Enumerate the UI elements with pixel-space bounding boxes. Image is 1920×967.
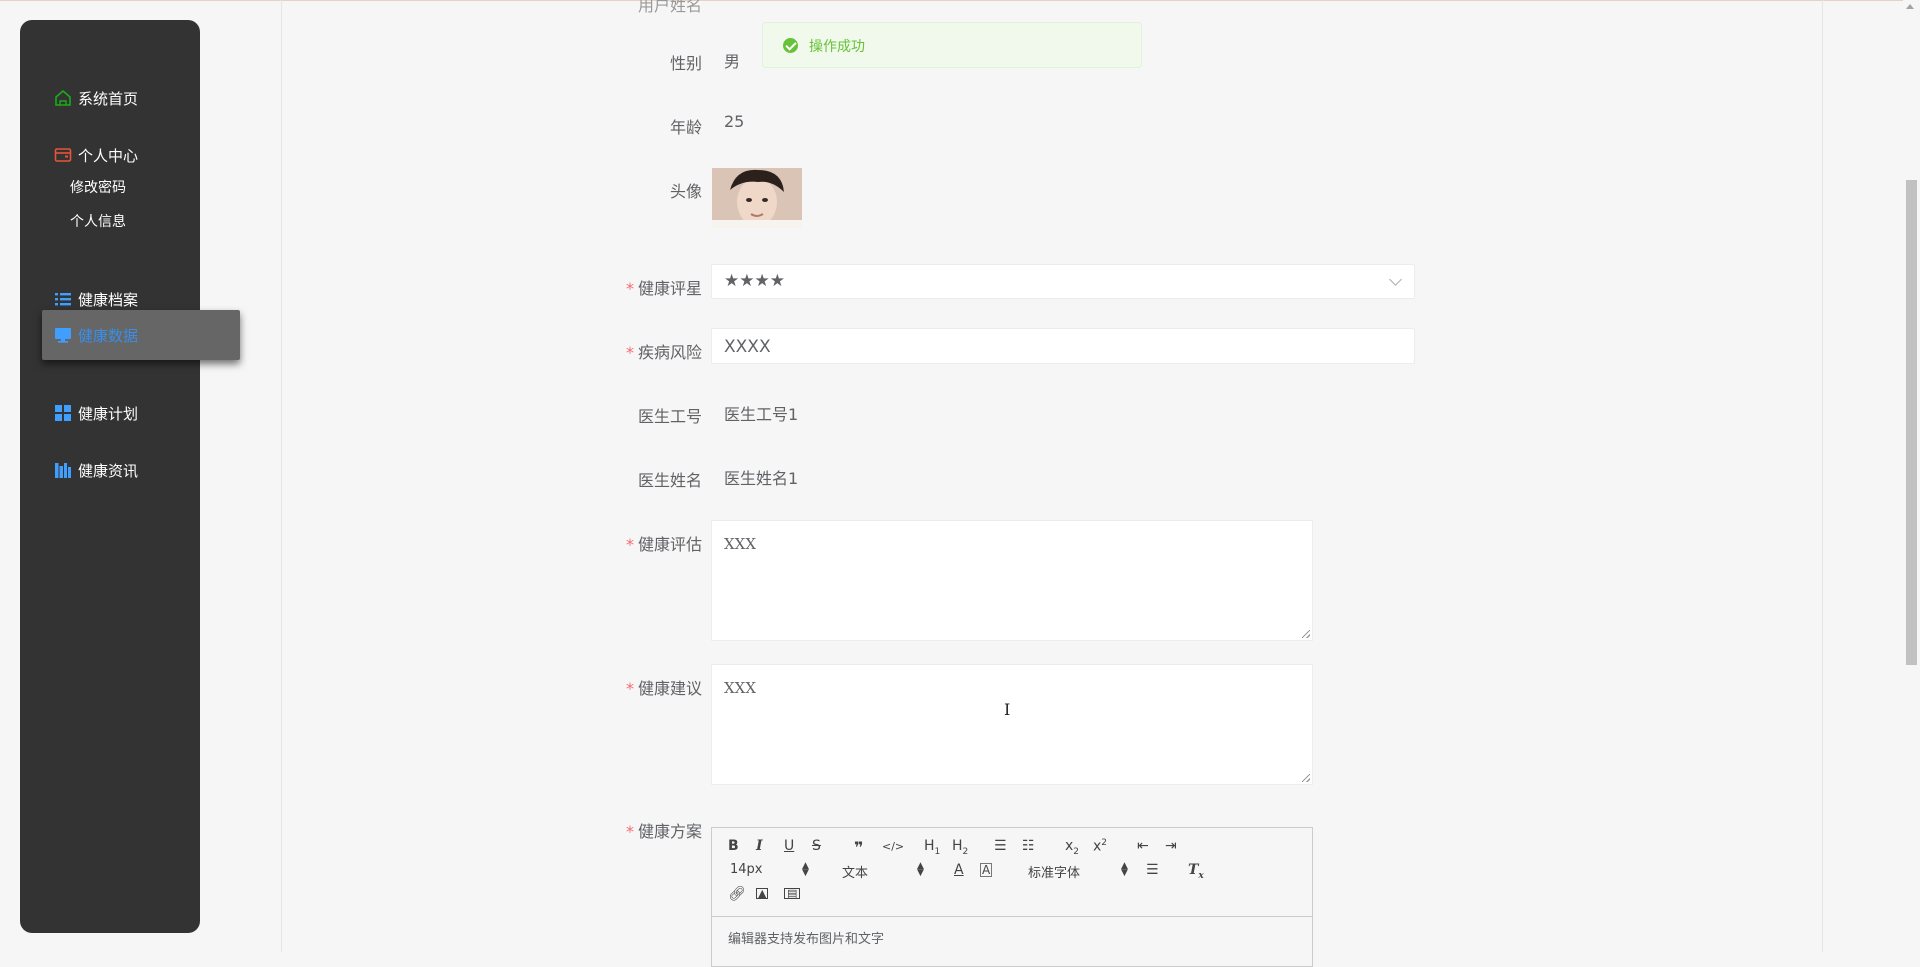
underline-icon[interactable]: U <box>784 838 794 854</box>
background-color-icon[interactable]: A <box>980 863 993 877</box>
assessment-textarea[interactable]: XXX <box>711 520 1313 641</box>
assessment-textarea-value: XXX <box>724 535 757 553</box>
rating-select[interactable]: ★★★★ <box>711 264 1415 299</box>
heading-2-icon[interactable]: H2 <box>952 838 968 857</box>
toast-message: 操作成功 <box>809 39 865 55</box>
sidebar-item-label: 个人中心 <box>78 147 139 165</box>
font-family-select[interactable]: 标准字体 ▲ ▼ <box>1028 862 1128 882</box>
chevron-down-icon <box>1389 273 1402 286</box>
doctor-name-value: 医生姓名1 <box>724 469 799 488</box>
disease-risk-input[interactable]: XXXX <box>711 328 1415 364</box>
success-toast: 操作成功 <box>762 22 1142 68</box>
wallet-icon <box>54 148 72 162</box>
content-border-left <box>281 0 282 952</box>
bold-icon[interactable]: B <box>728 838 739 854</box>
ordered-list-icon[interactable]: ☰ <box>994 838 1007 854</box>
disease-risk-input-value: XXXX <box>724 337 771 357</box>
content-border-right <box>1822 0 1823 952</box>
disease-risk-label: * 疾病风险 <box>625 343 702 362</box>
sidebar-item-health-news[interactable]: 健康资讯 <box>20 450 200 490</box>
sidebar: 系统首页 个人中心 修改密码 个人信息 健康档案 健康数据 健康计划 健康资讯 <box>20 20 240 933</box>
check-circle-icon <box>783 38 798 53</box>
editor-content-area[interactable]: 编辑器支持发布图片和文字 <box>728 928 884 947</box>
gender-value: 男 <box>724 52 741 71</box>
monitor-icon <box>55 328 71 343</box>
scrollbar-thumb[interactable] <box>1906 180 1917 665</box>
books-icon <box>55 463 71 478</box>
gender-label: 性别 <box>669 54 702 73</box>
code-block-icon[interactable]: </> <box>882 840 904 853</box>
doctor-name-label: 医生姓名 <box>637 471 702 490</box>
rating-select-value: ★★★★ <box>724 271 785 291</box>
plan-label: * 健康方案 <box>625 822 702 841</box>
select-arrows-icon: ▲ ▼ <box>917 861 924 878</box>
align-icon[interactable]: ☰ <box>1146 862 1159 878</box>
sidebar-item-label: 健康数据 <box>78 327 139 345</box>
font-color-icon[interactable]: A <box>954 862 964 878</box>
indent-icon[interactable]: ⇥ <box>1165 838 1177 854</box>
strikethrough-icon[interactable]: S <box>812 838 821 854</box>
advice-label: * 健康建议 <box>625 679 702 698</box>
sidebar-item-personal-center[interactable]: 个人中心 <box>20 135 200 175</box>
sidebar-item-home[interactable]: 系统首页 <box>20 78 200 118</box>
doctor-id-value: 医生工号1 <box>724 405 799 424</box>
blockquote-icon[interactable]: ❞ <box>854 838 863 857</box>
sidebar-subitem-change-password[interactable]: 修改密码 <box>70 177 126 197</box>
sidebar-item-label: 系统首页 <box>78 90 139 108</box>
list-icon <box>55 293 71 306</box>
editor-toolbar-row-1: B I U S ❞ </> H1 H2 ☰ ☷ x2 x2 ⇤ ⇥ <box>712 838 1312 860</box>
advice-textarea-value: XXX <box>724 679 757 697</box>
avatar-image <box>712 168 802 228</box>
advice-textarea[interactable]: XXX <box>711 664 1313 785</box>
link-icon[interactable]: 🔗︎ <box>728 886 746 902</box>
image-icon[interactable]: ▲ <box>756 888 769 899</box>
sidebar-item-health-data[interactable]: 健康数据 <box>42 310 240 360</box>
outdent-icon[interactable]: ⇤ <box>1137 838 1149 854</box>
age-value: 25 <box>724 112 745 131</box>
age-label: 年龄 <box>669 118 702 137</box>
avatar-label: 头像 <box>669 182 702 201</box>
heading-1-icon[interactable]: H1 <box>924 838 940 857</box>
top-border <box>0 0 1920 1</box>
home-icon <box>55 89 71 106</box>
superscript-icon[interactable]: x2 <box>1093 838 1107 855</box>
bullet-list-icon[interactable]: ☷ <box>1022 838 1035 854</box>
resize-handle-icon[interactable] <box>1302 630 1310 638</box>
header-select[interactable]: 文本 ▲ ▼ <box>842 862 924 882</box>
clear-format-icon[interactable]: Tx <box>1188 862 1204 881</box>
doctor-id-label: 医生工号 <box>637 407 702 426</box>
sidebar-subitem-personal-info[interactable]: 个人信息 <box>70 211 126 231</box>
sidebar-item-health-plan[interactable]: 健康计划 <box>20 393 200 433</box>
subscript-icon[interactable]: x2 <box>1065 838 1079 857</box>
clipped-field-label: 用户姓名 <box>637 0 702 15</box>
video-icon[interactable]: ▤ <box>784 888 801 899</box>
sidebar-item-label: 健康档案 <box>78 291 139 309</box>
italic-icon[interactable]: I <box>756 838 763 854</box>
font-size-select[interactable]: 14px ▲ ▼ <box>730 862 809 878</box>
rich-text-editor: B I U S ❞ </> H1 H2 ☰ ☷ x2 x2 ⇤ ⇥ 14px ▲… <box>711 827 1313 967</box>
editor-toolbar-row-3: 🔗︎ ▲ ▤ <box>712 886 1312 908</box>
editor-toolbar-row-2: 14px ▲ ▼ 文本 ▲ ▼ A A 标准字体 ▲ ▼ ☰ Tx <box>712 862 1312 884</box>
scroll-up-arrow-icon[interactable] <box>1906 4 1914 9</box>
select-arrows-icon: ▲ ▼ <box>1121 861 1128 878</box>
select-arrows-icon: ▲ ▼ <box>802 861 809 878</box>
sidebar-item-label: 健康资讯 <box>78 462 139 480</box>
assessment-label: * 健康评估 <box>625 535 702 554</box>
text-cursor-icon: I <box>1004 700 1011 719</box>
grid-icon <box>55 405 71 421</box>
rating-label: * 健康评星 <box>625 279 702 298</box>
sidebar-item-label: 健康计划 <box>78 405 139 423</box>
resize-handle-icon[interactable] <box>1302 774 1310 782</box>
editor-divider <box>712 916 1312 917</box>
